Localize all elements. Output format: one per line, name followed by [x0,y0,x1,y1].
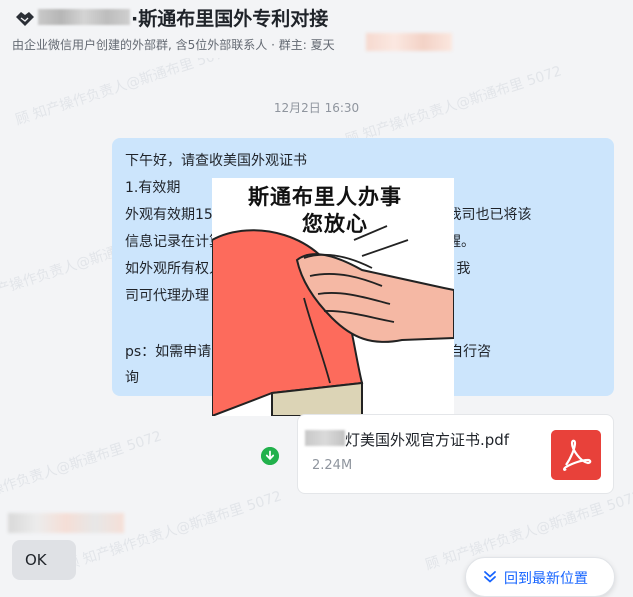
file-name[interactable]: 灯美国外观官方证书.pdf [345,429,509,450]
reply-bubble[interactable]: OK [12,540,76,580]
pdf-icon[interactable] [551,430,601,480]
download-complete-icon [261,447,279,465]
watermark: 顾 知产操作负责人@斯通布里 5072 [0,428,164,513]
message-line: 1.有效期 [125,180,181,196]
group-title[interactable]: ·斯通布里国外专利对接 [131,4,328,31]
message-line: 下午好，请查收美国外观证书 [125,153,307,169]
jump-to-latest-label: 回到最新位置 [504,571,588,587]
file-size: 2.24M [312,458,353,473]
message-line: 询 [125,370,139,386]
double-chevron-down-icon [484,571,496,583]
message-timestamp: 12月2日 16:30 [273,101,360,115]
sticker-caption-line1: 斯通布里人办事 [248,185,402,209]
owner-name-redacted [366,33,452,51]
handshake-icon [16,12,34,26]
file-name-redacted [305,430,345,446]
sticker-caption-line2: 您放心 [302,212,368,236]
group-name-redacted [38,9,130,25]
message-line: 司可代理办理 [125,288,209,304]
chat-header: ·斯通布里国外专利对接 由企业微信用户创建的外部群, 含5位外部联系人 · 群主… [0,0,633,58]
sender-name-redacted [8,513,124,533]
group-subtitle: 由企业微信用户创建的外部群, 含5位外部联系人 · 群主: 夏天 [12,38,335,52]
jump-to-latest-button[interactable]: 回到最新位置 [465,557,615,597]
